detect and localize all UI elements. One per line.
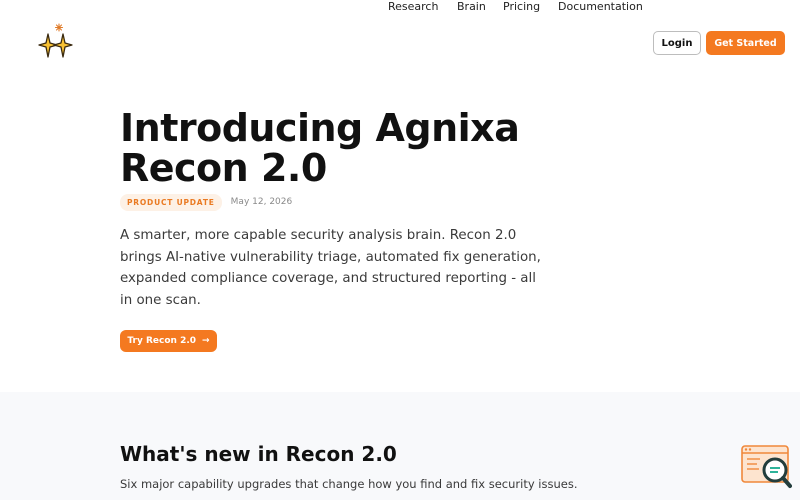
arrow-right-icon: → <box>202 336 210 346</box>
product-update-badge: PRODUCT UPDATE <box>120 193 222 211</box>
try-recon-label: Try Recon 2.0 <box>127 336 197 346</box>
code-search-widget-icon[interactable] <box>740 443 792 491</box>
page-title: Introducing Agnixa Recon 2.0 <box>120 106 520 190</box>
section-title: What's new in Recon 2.0 <box>120 442 397 466</box>
login-button[interactable]: Login <box>653 31 701 55</box>
nav-link-documentation[interactable]: Documentation <box>558 0 643 13</box>
get-started-button[interactable]: Get Started <box>706 31 785 55</box>
nav-link-pricing[interactable]: Pricing <box>503 0 540 13</box>
post-date: May 12, 2026 <box>230 197 293 207</box>
try-recon-button[interactable]: Try Recon 2.0 → <box>120 330 217 352</box>
site-header: Research Brain Pricing Documentation Log… <box>0 0 800 86</box>
post-meta: PRODUCT UPDATE May 12, 2026 <box>120 193 293 211</box>
section-subtitle: Six major capability upgrades that chang… <box>120 477 578 491</box>
whats-new-section: What's new in Recon 2.0 Six major capabi… <box>0 392 800 500</box>
hero-description: A smarter, more capable security analysi… <box>120 228 541 308</box>
nav-link-research[interactable]: Research <box>388 0 438 13</box>
sparkle-logo-icon[interactable] <box>38 22 74 64</box>
nav-link-brain[interactable]: Brain <box>457 0 486 13</box>
